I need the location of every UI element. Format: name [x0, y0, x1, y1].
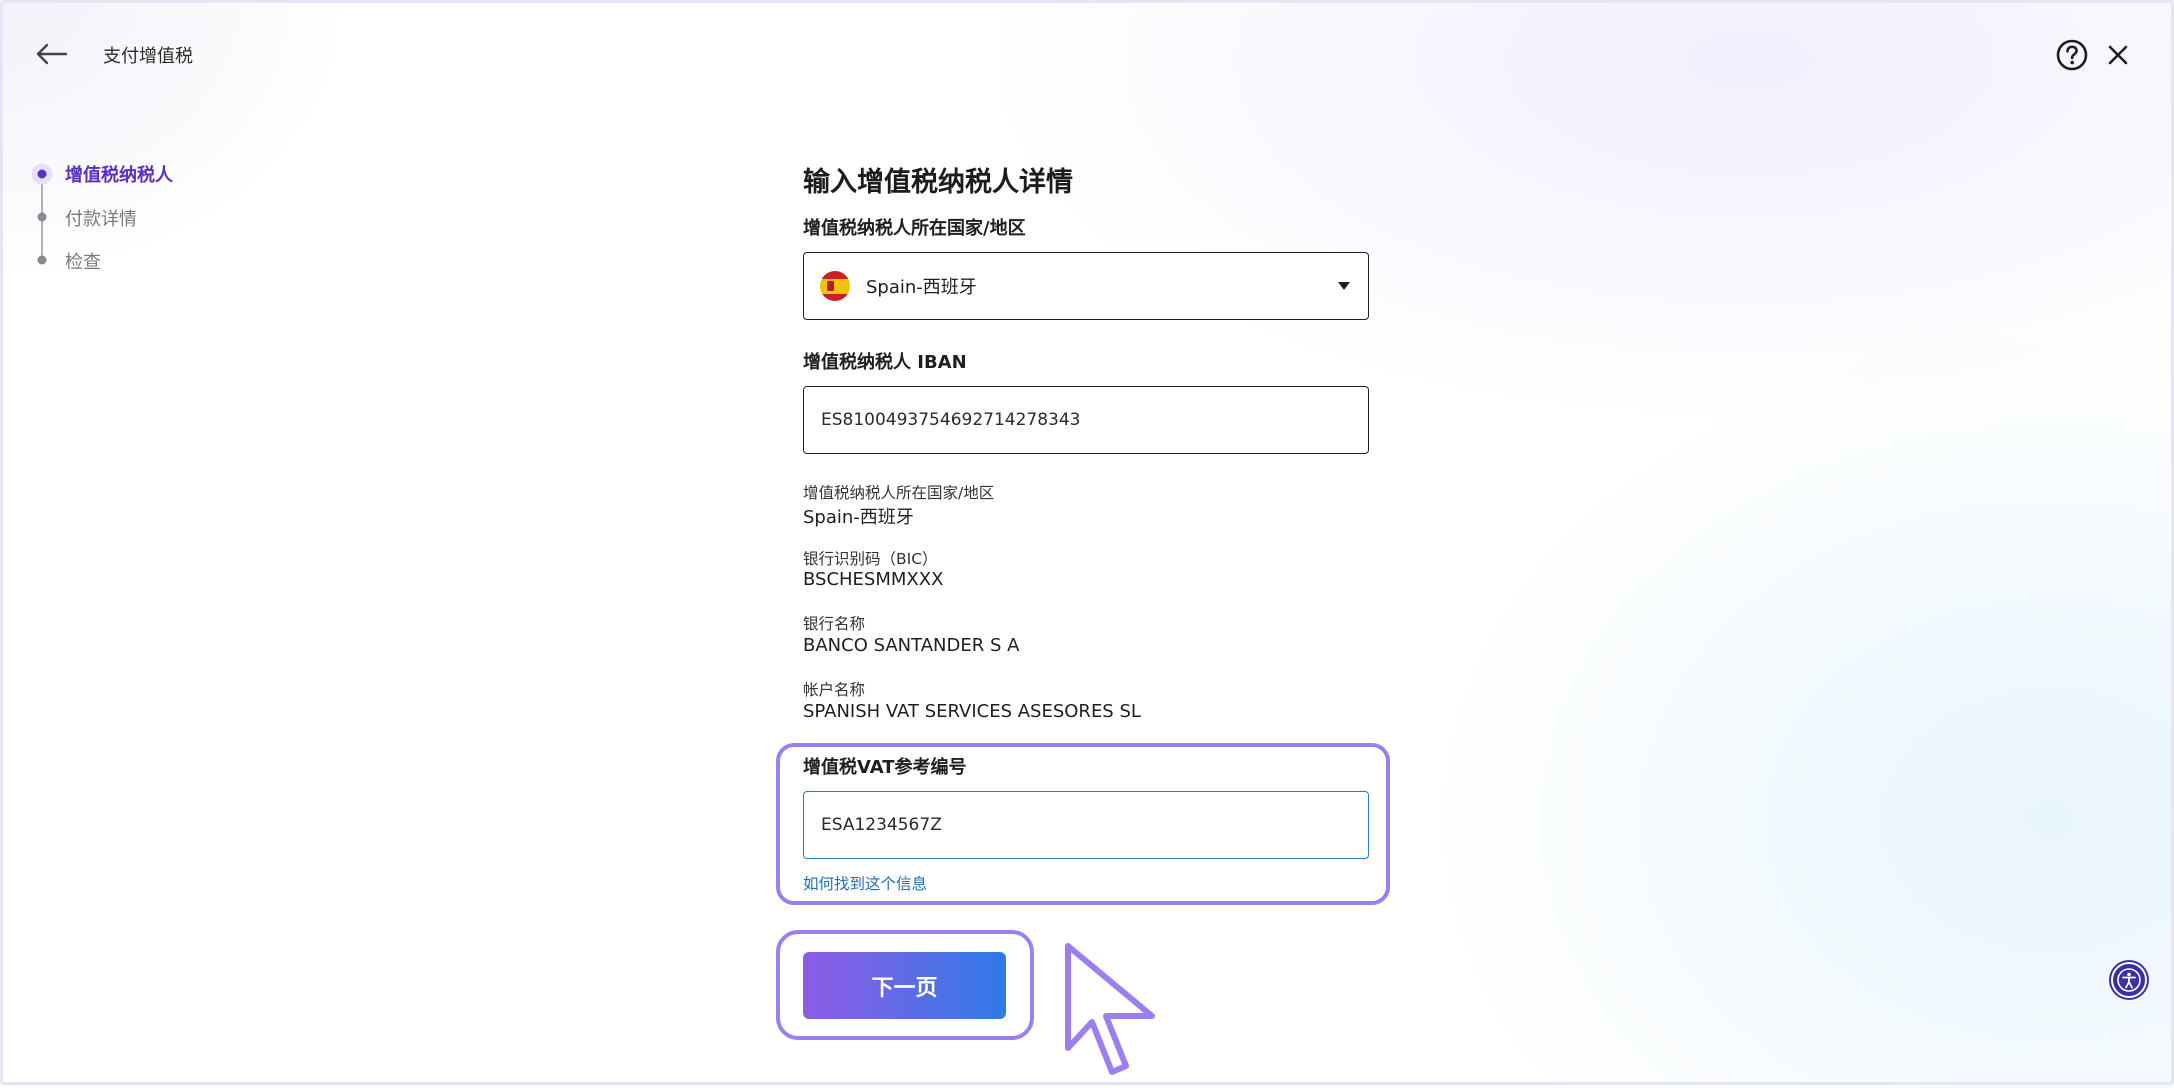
- step-label: 检查: [65, 252, 101, 273]
- step-active-dot-icon: [30, 162, 54, 186]
- accessibility-button[interactable]: [2111, 962, 2147, 998]
- info-bank-name-value: BANCO SANTANDER S A: [803, 635, 1020, 656]
- how-to-find-link[interactable]: 如何找到这个信息: [803, 872, 927, 894]
- step-pending-dot-icon: [30, 248, 54, 272]
- arrow-left-icon: [36, 43, 68, 65]
- accessibility-icon: [2117, 968, 2141, 992]
- step-pending-dot-icon: [30, 205, 54, 229]
- step-label: 付款详情: [65, 209, 137, 230]
- page-title: 支付增值税: [103, 46, 193, 67]
- close-icon: [2108, 45, 2128, 65]
- country-select-value: Spain-西班牙: [866, 277, 977, 298]
- iban-input[interactable]: [803, 386, 1369, 454]
- back-button[interactable]: [34, 36, 70, 72]
- info-bank-name-label: 银行名称: [803, 615, 866, 633]
- info-account-name-label: 帐户名称: [803, 681, 866, 699]
- next-page-button[interactable]: 下一页: [803, 952, 1006, 1019]
- info-account-name-value: SPANISH VAT SERVICES ASESORES SL: [803, 701, 1141, 722]
- vat-ref-field-label: 增值税VAT参考编号: [803, 757, 967, 778]
- info-bic-label: 银行识别码（BIC）: [803, 550, 938, 568]
- spain-flag-icon: [820, 271, 850, 301]
- info-bic-value: BSCHESMMXXX: [803, 569, 944, 590]
- caret-down-icon: [1338, 282, 1350, 290]
- close-button[interactable]: [2103, 40, 2133, 70]
- step-label: 增值税纳税人: [65, 165, 173, 186]
- help-button[interactable]: [2055, 38, 2089, 72]
- form-title: 输入增值税纳税人详情: [803, 167, 1073, 198]
- info-country-value: Spain-西班牙: [803, 507, 914, 528]
- country-field-label: 增值税纳税人所在国家/地区: [803, 218, 1026, 239]
- page-background: [0, 0, 2174, 1088]
- iban-field-label: 增值税纳税人 IBAN: [803, 352, 967, 373]
- vat-ref-input[interactable]: [803, 791, 1369, 859]
- info-country-label: 增值税纳税人所在国家/地区: [803, 484, 995, 502]
- country-select[interactable]: Spain-西班牙: [803, 252, 1369, 320]
- question-circle-icon: [2056, 39, 2088, 71]
